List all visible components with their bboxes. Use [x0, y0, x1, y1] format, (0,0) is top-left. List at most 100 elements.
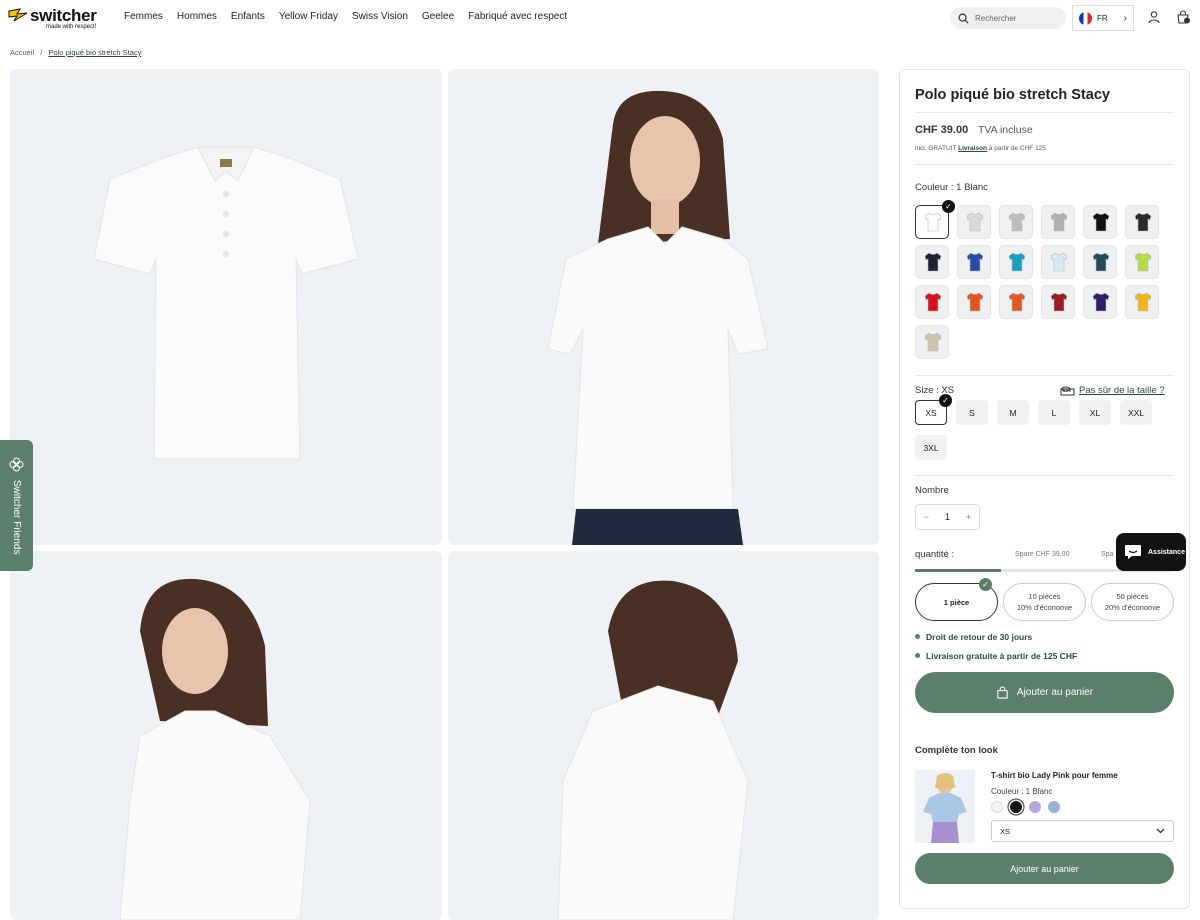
size-option-xxl[interactable]: XXL — [1120, 400, 1152, 425]
model-front-illustration — [547, 90, 769, 545]
size-option-l[interactable]: L — [1038, 400, 1070, 425]
ruler-icon — [1060, 386, 1075, 395]
quantity-increase[interactable]: + — [966, 512, 971, 522]
tee-swatch-icon — [1050, 252, 1068, 272]
color-swatch-marine[interactable] — [915, 245, 949, 279]
nav-item-fabrique[interactable]: Fabriqué avec respect — [468, 11, 567, 22]
color-swatch-turquoise[interactable] — [999, 245, 1033, 279]
bundle-option-10[interactable]: 10 pièces 10% d'économie — [1003, 583, 1086, 621]
divider — [915, 164, 1174, 165]
tee-swatch-icon — [1134, 292, 1152, 312]
size-option-3xl[interactable]: 3XL — [915, 435, 947, 460]
recommended-color-black[interactable] — [1010, 801, 1022, 813]
tee-swatch-icon — [966, 252, 984, 272]
tee-swatch-icon — [1008, 212, 1026, 232]
nav-item-yellow-friday[interactable]: Yellow Friday — [279, 11, 338, 22]
nav-item-geelee[interactable]: Geelee — [422, 11, 454, 22]
checkmark-icon: ✓ — [939, 394, 952, 407]
cart-icon[interactable] — [1176, 10, 1190, 24]
nav-item-femmes[interactable]: Femmes — [124, 11, 163, 22]
chat-assistance-button[interactable]: Assistance — [1116, 533, 1186, 571]
breadcrumb-home[interactable]: Accueil — [10, 48, 34, 57]
product-image-model-back[interactable] — [448, 551, 879, 920]
tee-swatch-icon — [1134, 212, 1152, 232]
search-placeholder: Rechercher — [975, 13, 1017, 23]
bundle-option-50[interactable]: 50 pièces 20% d'économie — [1091, 583, 1174, 621]
color-swatch-gris-clair[interactable] — [957, 205, 991, 239]
quantity-value[interactable]: 1 — [945, 512, 950, 522]
nav-item-swiss-vision[interactable]: Swiss Vision — [352, 11, 408, 22]
shipping-link[interactable]: Livraison — [958, 145, 987, 152]
color-swatch-jaune[interactable] — [1125, 285, 1159, 319]
perk-returns: Droit de retour de 30 jours — [915, 632, 1032, 642]
chevron-down-icon — [1156, 828, 1165, 834]
color-swatch-lime[interactable] — [1125, 245, 1159, 279]
add-to-cart-button[interactable]: Ajouter au panier — [915, 672, 1174, 713]
product-image-model-side[interactable] — [10, 551, 442, 920]
recommended-add-to-cart-button[interactable]: Ajouter au panier — [915, 853, 1174, 884]
tee-swatch-icon — [1092, 292, 1110, 312]
color-swatch-orange-fonc-[interactable] — [999, 285, 1033, 319]
size-option-s[interactable]: S — [956, 400, 988, 425]
product-image-model-front[interactable] — [448, 69, 879, 545]
tee-swatch-icon — [1008, 252, 1026, 272]
nav-item-hommes[interactable]: Hommes — [177, 11, 217, 22]
tee-swatch-icon — [1050, 292, 1068, 312]
color-swatch-beige[interactable] — [915, 325, 949, 359]
recommended-add-to-cart-label: Ajouter au panier — [1010, 863, 1079, 874]
chat-icon — [1125, 545, 1141, 559]
recommended-color-label: Couleur : 1 Blanc — [991, 787, 1053, 796]
recommended-product-image[interactable] — [915, 770, 975, 843]
flower-icon — [9, 457, 24, 472]
breadcrumb-current[interactable]: Polo piqué bio stretch Stacy — [48, 48, 141, 57]
recommended-color-blue[interactable] — [1048, 801, 1060, 813]
bundle-option-title: 50 pièces — [1116, 592, 1149, 601]
bolt-icon — [8, 8, 28, 22]
color-swatch-anthracite[interactable] — [1125, 205, 1159, 239]
nav-item-enfants[interactable]: Enfants — [231, 11, 265, 22]
color-swatch-bleu-royal[interactable] — [957, 245, 991, 279]
color-swatch-gris-chin-[interactable] — [1041, 205, 1075, 239]
recommended-size-value: XS — [1000, 826, 1011, 836]
chat-label: Assistance — [1148, 548, 1185, 556]
tshirt-model-illustration — [923, 773, 967, 843]
size-guide-label: Pas sûr de la taille ? — [1079, 385, 1165, 396]
bundle-progress-fill — [915, 569, 1001, 572]
quantity-label: Nombre — [915, 485, 949, 496]
color-swatch-bleu-ciel[interactable] — [1041, 245, 1075, 279]
color-swatch-orange[interactable] — [957, 285, 991, 319]
chevron-right-icon: › — [1123, 12, 1127, 24]
polo-flat-illustration — [93, 146, 359, 460]
divider — [915, 475, 1174, 476]
recommended-color-white[interactable] — [991, 801, 1003, 813]
color-swatch-gris[interactable] — [999, 205, 1033, 239]
color-swatch-bordeaux[interactable] — [1041, 285, 1075, 319]
tee-swatch-icon — [966, 292, 984, 312]
search-input[interactable]: Rechercher — [950, 7, 1066, 29]
color-swatch-rouge[interactable] — [915, 285, 949, 319]
account-icon[interactable] — [1147, 10, 1161, 24]
tax-note: TVA incluse — [978, 124, 1033, 136]
color-swatch-p-trole[interactable] — [1083, 245, 1117, 279]
switcher-friends-tab[interactable]: Switcher Friends — [0, 440, 33, 571]
language-selector[interactable]: FR › — [1072, 5, 1134, 31]
divider — [915, 112, 1174, 113]
size-option-xl[interactable]: XL — [1079, 400, 1111, 425]
quantity-decrease[interactable]: − — [924, 512, 929, 522]
recommended-size-select[interactable]: XS — [991, 820, 1174, 842]
divider — [915, 375, 1174, 376]
recommended-product-title[interactable]: T-shirt bio Lady Pink pour femme — [991, 771, 1118, 780]
brand-logo[interactable]: switcher made with respect! — [8, 6, 104, 30]
breadcrumb: Accueil / Polo piqué bio stretch Stacy — [10, 48, 141, 57]
shipping-note: incl. GRATUIT Livraison à partir de CHF … — [915, 145, 1046, 152]
recommended-color-lilac[interactable] — [1029, 801, 1041, 813]
color-swatch-noir[interactable] — [1083, 205, 1117, 239]
color-swatch-violet[interactable] — [1083, 285, 1117, 319]
bundle-save-note-2: Spa — [1101, 551, 1114, 558]
product-title: Polo piqué bio stretch Stacy — [915, 87, 1110, 103]
color-label: Couleur : 1 Blanc — [915, 182, 988, 193]
quantity-stepper: − 1 + — [915, 504, 980, 530]
product-image-flat[interactable] — [10, 69, 442, 545]
size-option-m[interactable]: M — [997, 400, 1029, 425]
size-guide-link[interactable]: Pas sûr de la taille ? — [1060, 385, 1165, 396]
